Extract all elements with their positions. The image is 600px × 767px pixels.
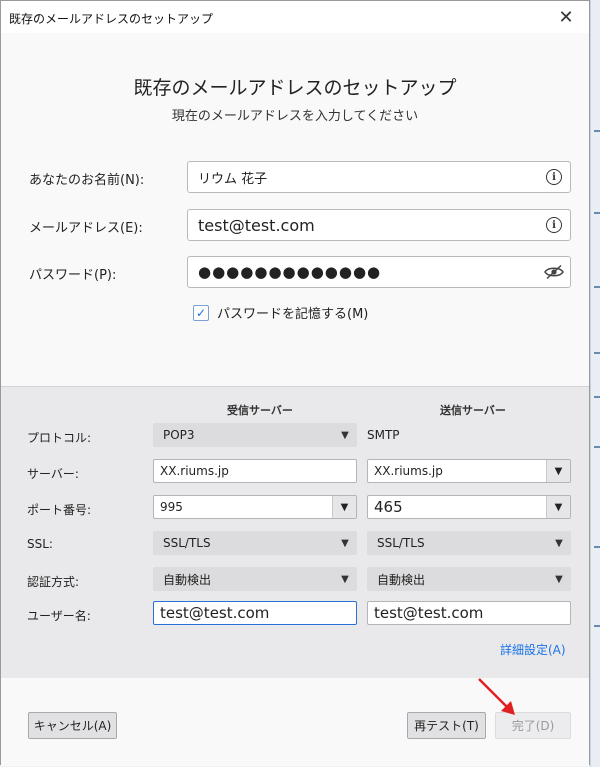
- outgoing-port-combobox[interactable]: 465 ▼: [367, 495, 571, 519]
- incoming-ssl-select[interactable]: SSL/TLS ▼: [153, 531, 357, 555]
- remember-password-row[interactable]: ✓ パスワードを記憶する(M): [193, 303, 368, 322]
- background-tick: [594, 546, 600, 548]
- incoming-server-input[interactable]: XX.riums.jp: [153, 459, 357, 483]
- background-tick: [594, 130, 600, 132]
- name-label: あなたのお名前(N):: [29, 173, 145, 188]
- page-subtitle: 現在のメールアドレスを入力してください: [171, 109, 419, 124]
- chevron-down-icon[interactable]: ▼: [546, 496, 570, 518]
- incoming-server-value: XX.riums.jp: [160, 464, 229, 478]
- outgoing-server-header: 送信サーバー: [440, 404, 506, 417]
- close-icon: ✕: [558, 6, 574, 28]
- window-title: 既存のメールアドレスのセットアップ: [9, 12, 214, 26]
- info-icon[interactable]: i: [546, 217, 562, 233]
- setup-dialog: 既存のメールアドレスのセットアップ ✕ 既存のメールアドレスのセットアップ 現在…: [0, 0, 590, 766]
- incoming-auth-value: 自動検出: [163, 572, 212, 587]
- chevron-down-icon: ▼: [341, 573, 349, 585]
- outgoing-ssl-select[interactable]: SSL/TLS ▼: [367, 531, 571, 555]
- port-label: ポート番号:: [27, 503, 92, 517]
- password-value: ●●●●●●●●●●●●●: [198, 263, 382, 281]
- chevron-down-icon: ▼: [555, 573, 563, 585]
- background-tick: [594, 396, 600, 398]
- username-label: ユーザー名:: [27, 609, 91, 623]
- background-tick: [594, 446, 600, 448]
- background-tick: [594, 212, 600, 214]
- close-button[interactable]: ✕: [543, 1, 589, 33]
- outgoing-username-value: test@test.com: [374, 604, 484, 622]
- incoming-server-header: 受信サーバー: [227, 404, 293, 417]
- email-label: メールアドレス(E):: [29, 221, 143, 236]
- background-tick: [594, 352, 600, 354]
- auth-label: 認証方式:: [27, 575, 80, 589]
- outgoing-port-value: 465: [374, 498, 403, 516]
- outgoing-server-value: XX.riums.jp: [374, 464, 443, 478]
- incoming-port-combobox[interactable]: 995 ▼: [153, 495, 357, 519]
- chevron-down-icon: ▼: [341, 429, 349, 441]
- outgoing-auth-value: 自動検出: [377, 572, 426, 587]
- incoming-username-input[interactable]: test@test.com: [153, 601, 357, 625]
- eye-slash-icon[interactable]: [544, 264, 564, 280]
- outgoing-protocol-value: SMTP: [367, 428, 400, 442]
- name-field[interactable]: リウム 花子 i: [187, 161, 571, 193]
- outgoing-auth-select[interactable]: 自動検出 ▼: [367, 567, 571, 591]
- server-label: サーバー:: [27, 467, 79, 481]
- incoming-username-value: test@test.com: [160, 604, 270, 622]
- outgoing-server-combobox[interactable]: XX.riums.jp ▼: [367, 459, 571, 483]
- incoming-protocol-select[interactable]: POP3 ▼: [153, 423, 357, 447]
- chevron-down-icon: ▼: [555, 537, 563, 549]
- background-tick: [594, 286, 600, 288]
- protocol-label: プロトコル:: [27, 431, 92, 445]
- email-field[interactable]: test@test.com i: [187, 209, 571, 241]
- chevron-down-icon[interactable]: ▼: [546, 460, 570, 482]
- remember-password-checkbox[interactable]: ✓: [193, 304, 209, 321]
- info-icon[interactable]: i: [546, 169, 562, 185]
- chevron-down-icon: ▼: [341, 537, 349, 549]
- incoming-protocol-value: POP3: [163, 428, 195, 442]
- password-label: パスワード(P):: [29, 268, 117, 283]
- background-window-edge: [590, 0, 600, 767]
- incoming-ssl-value: SSL/TLS: [163, 536, 211, 550]
- page-title: 既存のメールアドレスのセットアップ: [133, 77, 457, 99]
- background-tick: [594, 625, 600, 627]
- incoming-auth-select[interactable]: 自動検出 ▼: [153, 567, 357, 591]
- incoming-port-value: 995: [160, 500, 183, 514]
- ssl-label: SSL:: [27, 537, 53, 551]
- email-value: test@test.com: [198, 215, 315, 235]
- cancel-button[interactable]: キャンセル(A): [28, 712, 117, 739]
- title-bar: 既存のメールアドレスのセットアップ ✕: [1, 1, 589, 33]
- outgoing-ssl-value: SSL/TLS: [377, 536, 425, 550]
- red-arrow-annotation: [478, 678, 515, 715]
- advanced-settings-link[interactable]: 詳細設定(A): [500, 641, 566, 658]
- password-field[interactable]: ●●●●●●●●●●●●●: [187, 256, 571, 288]
- outgoing-username-input[interactable]: test@test.com: [367, 601, 571, 625]
- remember-password-label: パスワードを記憶する(M): [217, 307, 369, 322]
- name-value: リウム 花子: [198, 171, 268, 187]
- chevron-down-icon[interactable]: ▼: [332, 496, 356, 518]
